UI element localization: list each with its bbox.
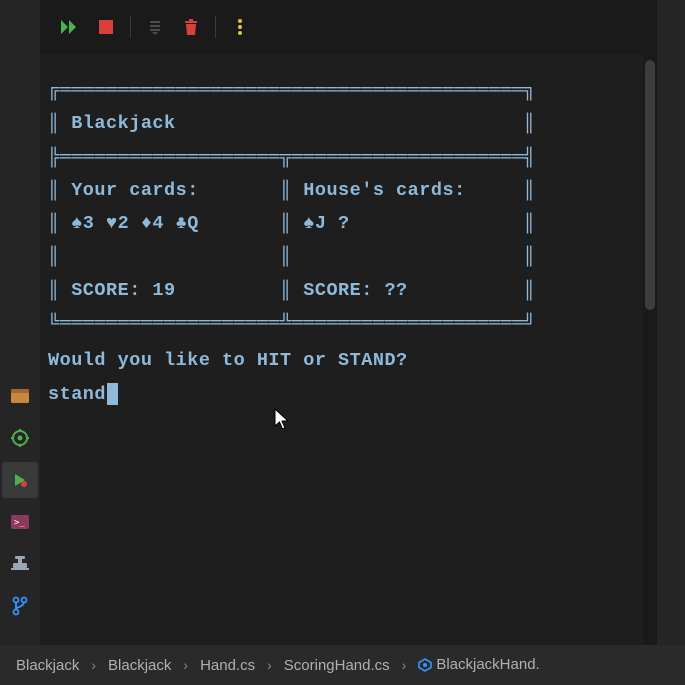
chevron-right-icon: › bbox=[183, 657, 188, 673]
symbol-class-icon bbox=[418, 656, 432, 674]
crumb-0[interactable]: Blackjack bbox=[14, 657, 81, 674]
input-line[interactable]: stand bbox=[48, 378, 635, 411]
cursor bbox=[107, 383, 118, 405]
toolbar-separator bbox=[215, 16, 216, 38]
crumb-4[interactable]: BlackjackHand. bbox=[416, 656, 541, 674]
box-divider: ╠═══════════════════╦═══════════════════… bbox=[48, 141, 635, 174]
right-gutter bbox=[657, 0, 685, 645]
branch-icon[interactable] bbox=[2, 588, 38, 624]
box-header-row: ║ Your cards: ║ House's cards: ║ bbox=[48, 174, 635, 207]
debug-toolbar bbox=[40, 0, 643, 54]
box-title-row: ║ Blackjack ║ bbox=[48, 107, 635, 140]
scroll-thumb[interactable] bbox=[645, 60, 655, 310]
crumb-3[interactable]: ScoringHand.cs bbox=[282, 657, 392, 674]
crumb-4-label: BlackjackHand. bbox=[436, 656, 539, 673]
more-button[interactable] bbox=[222, 9, 258, 45]
chevron-right-icon: › bbox=[402, 657, 407, 673]
stop-button[interactable] bbox=[88, 9, 124, 45]
scrollbar[interactable] bbox=[643, 0, 657, 645]
trash-button[interactable] bbox=[173, 9, 209, 45]
chevron-right-icon: › bbox=[267, 657, 272, 673]
crumb-1[interactable]: Blackjack bbox=[106, 657, 173, 674]
prompt-text: Would you like to HIT or STAND? bbox=[48, 344, 635, 377]
run-icon[interactable] bbox=[2, 462, 38, 498]
terminal-icon[interactable]: >_ bbox=[2, 504, 38, 540]
box-border-bottom: ╚═══════════════════╩═══════════════════… bbox=[48, 307, 635, 340]
box-cards-row: ║ ♠3 ♥2 ♦4 ♣Q ║ ♠J ? ║ bbox=[48, 207, 635, 240]
box-border-top: ╔═══════════════════════════════════════… bbox=[48, 74, 635, 107]
continue-button[interactable] bbox=[52, 9, 88, 45]
activity-bar: >_ bbox=[0, 0, 40, 645]
alert-icon[interactable] bbox=[2, 546, 38, 582]
user-input: stand bbox=[48, 378, 106, 411]
crumb-2[interactable]: Hand.cs bbox=[198, 657, 257, 674]
svg-text:>_: >_ bbox=[14, 518, 25, 528]
package-icon[interactable] bbox=[2, 378, 38, 414]
lines-button[interactable] bbox=[137, 9, 173, 45]
breadcrumb: Blackjack › Blackjack › Hand.cs › Scorin… bbox=[0, 645, 685, 685]
box-blank-row: ║ ║ ║ bbox=[48, 240, 635, 273]
toolbar-separator bbox=[130, 16, 131, 38]
box-score-row: ║ SCORE: 19 ║ SCORE: ?? ║ bbox=[48, 274, 635, 307]
chevron-right-icon: › bbox=[91, 657, 96, 673]
gear-icon[interactable] bbox=[2, 420, 38, 456]
terminal-output[interactable]: ╔═══════════════════════════════════════… bbox=[40, 54, 643, 645]
